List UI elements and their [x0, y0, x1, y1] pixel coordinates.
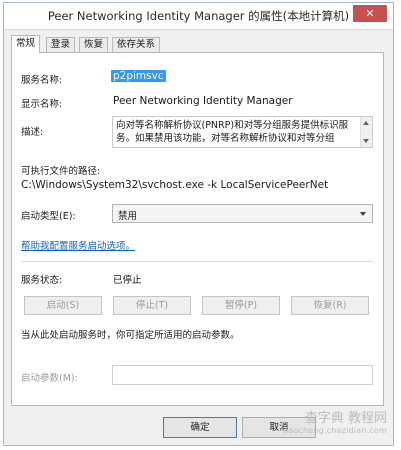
description-text: 向对等名称解析协议(PNRP)和对等分组服务提供标识服务。如果禁用该功能，对等名… — [116, 120, 349, 144]
close-button[interactable]: ✕ — [353, 5, 387, 22]
startup-type-select[interactable]: 禁用 — [112, 204, 373, 223]
watermark: 查字典 教程网 jiaocheng.chazidian.com — [237, 407, 387, 441]
service-name-text: p2pimsvc — [111, 70, 166, 82]
chevron-down-icon — [360, 212, 366, 216]
window-title: Peer Networking Identity Manager 的属性(本地计… — [47, 9, 350, 23]
service-name-value[interactable]: p2pimsvc — [111, 70, 166, 82]
scroll-down-icon[interactable] — [363, 139, 369, 143]
description-scrollbar[interactable] — [360, 117, 372, 147]
help-configure-link[interactable]: 帮助我配置服务启动选项。 — [21, 238, 135, 252]
tab-logon[interactable]: 登录 — [46, 37, 76, 52]
display-name-value[interactable]: Peer Networking Identity Manager — [113, 95, 293, 107]
divider — [21, 261, 373, 262]
startup-type-value: 禁用 — [118, 211, 138, 222]
start-parameters-label: 启动参数(M): — [21, 373, 78, 384]
service-properties-dialog: Peer Networking Identity Manager 的属性(本地计… — [3, 2, 394, 446]
general-tab-panel: 服务名称: p2pimsvc 显示名称: Peer Networking Ide… — [11, 52, 384, 406]
tab-recovery[interactable]: 恢复 — [79, 37, 109, 52]
path-label: 可执行文件的路径: — [21, 166, 101, 177]
stop-button[interactable]: 停止(T) — [113, 296, 191, 315]
path-value: C:\Windows\System32\svchost.exe -k Local… — [21, 179, 329, 191]
pause-button[interactable]: 暂停(P) — [202, 296, 280, 315]
title-bar[interactable]: Peer Networking Identity Manager 的属性(本地计… — [4, 3, 393, 30]
service-status-value: 已停止 — [113, 275, 142, 286]
startup-type-label: 启动类型(E): — [21, 211, 76, 222]
start-parameters-hint: 当从此处启动服务时，你可指定所适用的启动参数。 — [21, 330, 240, 341]
start-button[interactable]: 启动(S) — [24, 296, 102, 315]
description-box[interactable]: 向对等名称解析协议(PNRP)和对等分组服务提供标识服务。如果禁用该功能，对等名… — [112, 116, 373, 148]
start-parameters-input[interactable] — [112, 365, 373, 385]
tab-dependencies[interactable]: 依存关系 — [112, 37, 161, 52]
service-status-label: 服务状态: — [21, 275, 63, 286]
display-name-label: 显示名称: — [21, 99, 63, 110]
resume-button[interactable]: 恢复(R) — [291, 296, 369, 315]
description-label: 描述: — [21, 127, 44, 138]
ok-button[interactable]: 确定 — [163, 417, 237, 438]
service-name-label: 服务名称: — [21, 75, 63, 86]
watermark-url: jiaocheng.chazidian.com — [283, 426, 387, 435]
close-icon: ✕ — [365, 7, 375, 20]
scroll-up-icon[interactable] — [363, 121, 369, 125]
watermark-title: 查字典 教程网 — [304, 411, 387, 426]
tab-general[interactable]: 常规 — [11, 35, 41, 53]
